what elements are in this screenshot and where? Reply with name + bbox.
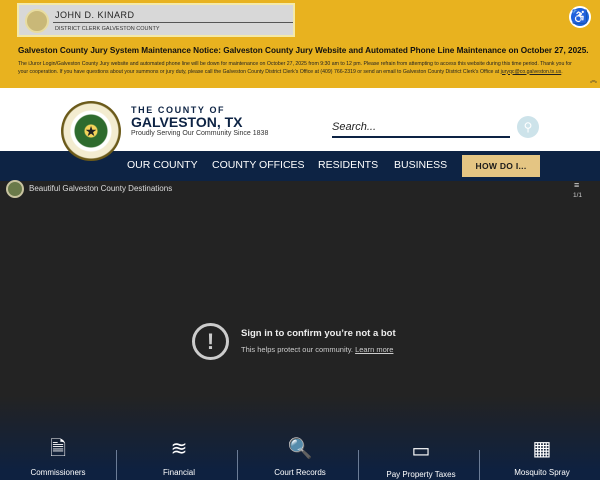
quick-link-commissioners[interactable]: 🗎 Commissioners [0,436,118,477]
quick-link-label: Court Records [274,468,326,477]
document-icon: 🗎 [49,438,67,460]
tagline: Proudly Serving Our Community Since 1838 [131,130,269,137]
search-icon[interactable]: ⚲ [517,116,539,138]
notice-text: The iJuror Login/Galveston County Jury w… [18,61,572,75]
layers-icon: ≋ [170,438,188,460]
email-link[interactable]: juryqc@co.galveston.tx.us [501,69,562,75]
notice-body: The iJuror Login/Galveston County Jury w… [18,61,572,75]
channel-logo-icon[interactable] [6,180,24,198]
search-input[interactable] [332,118,510,138]
credit-card-icon: ▭ [411,440,431,462]
clerk-subtitle: DISTRICT CLERK GALVESTON COUNTY [55,26,160,32]
quick-link-label: Mosquito Spray [514,468,570,477]
calendar-icon: ▦ [532,438,552,460]
how-do-i-button[interactable]: HOW DO I... [462,155,540,177]
nav-our-county[interactable]: OUR COUNTY [127,159,198,171]
document-search-icon: 🔍 [287,438,313,460]
quick-link-mosquito-spray[interactable]: ▦ Mosquito Spray [482,436,600,477]
district-clerk-badge[interactable]: JOHN D. KINARD DISTRICT CLERK GALVESTON … [17,3,295,37]
site-title[interactable]: GALVESTON, TX [131,114,243,130]
playlist-icon[interactable]: ≡ [574,180,579,190]
nav-county-offices[interactable]: COUNTY OFFICES [212,159,305,171]
playlist-count: 1/1 [573,192,583,199]
notice-title: Galveston County Jury System Maintenance… [18,46,589,55]
bot-check-subtitle: This helps protect our community. Learn … [241,345,393,354]
quick-link-label: Commissioners [30,468,86,477]
collapse-icon[interactable]: ︽ [590,75,597,85]
video-title[interactable]: Beautiful Galveston County Destinations [29,184,172,193]
bot-check-text: This helps protect our community. [241,345,353,354]
quick-link-court-records[interactable]: 🔍 Court Records [240,436,360,477]
nav-business[interactable]: BUSINESS [394,159,447,171]
warning-icon: ! [192,323,229,360]
quick-link-label: Pay Property Taxes [386,470,456,479]
divider [479,450,480,480]
clerk-name: JOHN D. KINARD [55,10,135,20]
divider [53,22,293,23]
county-seal-logo[interactable]: ★ [61,101,121,161]
divider [237,450,238,480]
quick-link-financial[interactable]: ≋ Financial [119,436,239,477]
quick-link-label: Financial [162,468,195,477]
learn-more-link[interactable]: Learn more [355,345,393,354]
nav-residents[interactable]: RESIDENTS [318,159,378,171]
divider [116,450,117,480]
clerk-seal-icon [25,9,49,33]
quick-link-pay-property-taxes[interactable]: ▭ Pay Property Taxes [361,438,481,479]
accessibility-icon[interactable]: ♿ [569,6,591,28]
alert-banner: JOHN D. KINARD DISTRICT CLERK GALVESTON … [0,0,600,88]
divider [358,450,359,480]
bot-check-title: Sign in to confirm you’re not a bot [241,328,396,339]
